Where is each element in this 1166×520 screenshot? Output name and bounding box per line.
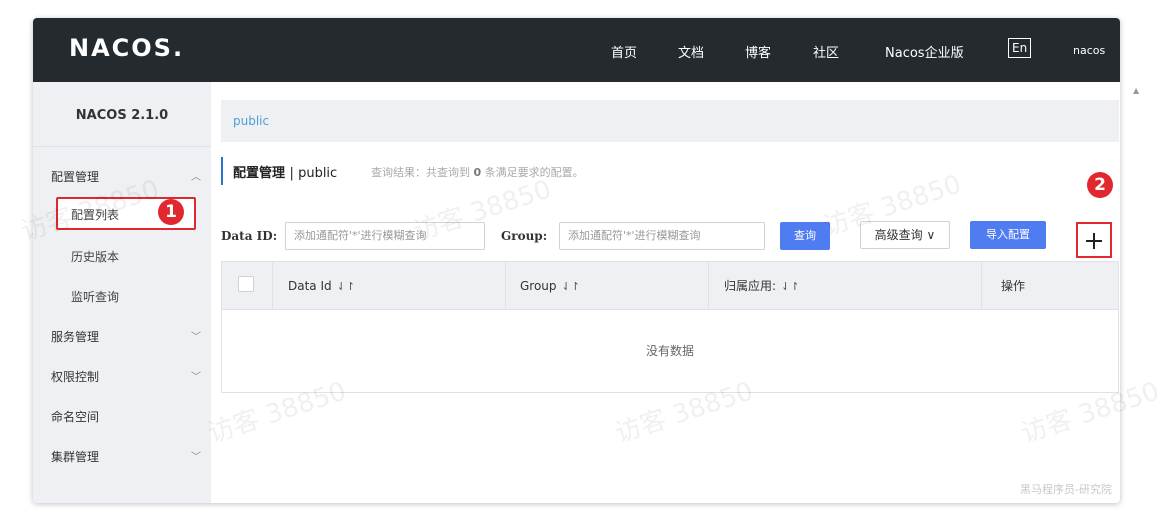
annotation-marker-2: 2: [1087, 172, 1113, 198]
add-config-plus-icon[interactable]: [1076, 222, 1112, 258]
page-title-text: 配置管理: [233, 166, 286, 181]
dataid-label: Data ID:: [221, 229, 278, 243]
config-table: Data Id ⇃↾ Group ⇃↾ 归属应用: ⇃↾ 操作 没有数据: [221, 261, 1119, 393]
nav-enterprise[interactable]: Nacos企业版: [885, 42, 964, 61]
sidebar-item-access-control[interactable]: 权限控制: [51, 368, 99, 385]
sidebar-item-listener[interactable]: 监听查询: [71, 288, 119, 305]
column-header-group[interactable]: Group ⇃↾: [520, 262, 580, 310]
column-dataid-label: Data Id: [288, 279, 332, 293]
chevron-down-icon[interactable]: ﹀: [191, 328, 201, 343]
nav-home[interactable]: 首页: [611, 42, 637, 61]
group-label: Group:: [501, 229, 548, 243]
chevron-down-icon[interactable]: ﹀: [191, 448, 201, 463]
sidebar-item-service-management[interactable]: 服务管理: [51, 328, 99, 345]
sidebar-item-cluster-management[interactable]: 集群管理: [51, 448, 99, 465]
query-button[interactable]: 查询: [780, 222, 830, 250]
result-count: 0: [473, 166, 482, 179]
top-navbar: NACOS. 首页 文档 博客 社区 Nacos企业版 En nacos: [33, 18, 1120, 82]
nav-docs[interactable]: 文档: [678, 42, 704, 61]
breadcrumb-bar: public: [221, 100, 1119, 142]
language-switch[interactable]: En: [1008, 38, 1032, 58]
nacos-logo[interactable]: NACOS.: [69, 34, 184, 62]
column-header-dataid[interactable]: Data Id ⇃↾: [288, 262, 355, 310]
scroll-up-icon[interactable]: ▲: [1133, 86, 1139, 95]
breadcrumb-namespace[interactable]: public: [233, 114, 269, 128]
sidebar-item-namespace[interactable]: 命名空间: [51, 408, 99, 425]
sort-icon[interactable]: ⇃↾: [337, 280, 355, 293]
chevron-down-icon: ∨: [926, 228, 936, 242]
column-divider: [505, 262, 506, 310]
column-app-label: 归属应用:: [724, 279, 777, 293]
column-header-actions: 操作: [1001, 279, 1026, 293]
column-divider: [981, 262, 982, 310]
import-config-button[interactable]: 导入配置: [970, 221, 1046, 249]
column-group-label: Group: [520, 279, 557, 293]
result-summary: 查询结果：共查询到 0 条满足要求的配置。: [371, 164, 584, 180]
app-window: NACOS. 首页 文档 博客 社区 Nacos企业版 En nacos NAC…: [33, 18, 1120, 503]
column-divider: [708, 262, 709, 310]
title-accent-bar: [221, 157, 223, 185]
version-label: NACOS 2.1.0: [75, 108, 169, 123]
column-divider: [272, 262, 273, 310]
sort-icon[interactable]: ⇃↾: [562, 280, 580, 293]
main-content: public 配置管理 | public 查询结果：共查询到 0 条满足要求的配…: [211, 82, 1120, 503]
chevron-up-icon[interactable]: ︿: [191, 168, 201, 183]
chevron-down-icon[interactable]: ﹀: [191, 368, 201, 383]
sidebar-item-history[interactable]: 历史版本: [71, 248, 119, 265]
table-header: Data Id ⇃↾ Group ⇃↾ 归属应用: ⇃↾ 操作: [222, 262, 1118, 310]
title-namespace: public: [298, 166, 338, 181]
empty-table-message: 没有数据: [645, 344, 694, 358]
nav-community[interactable]: 社区: [813, 42, 839, 61]
sidebar-divider: [33, 146, 211, 147]
title-separator: |: [289, 166, 294, 181]
column-header-app[interactable]: 归属应用: ⇃↾: [724, 262, 799, 310]
result-prefix: 查询结果：共查询到: [371, 166, 470, 179]
corner-watermark: 黑马程序员-研究院: [1020, 483, 1112, 496]
nav-blog[interactable]: 博客: [745, 42, 771, 61]
sidebar-item-config-management[interactable]: 配置管理: [51, 168, 99, 185]
sort-icon[interactable]: ⇃↾: [781, 280, 799, 293]
advanced-query-label: 高级查询: [874, 228, 923, 242]
group-search-input[interactable]: 添加通配符'*'进行模糊查询: [559, 222, 765, 250]
sidebar: NACOS 2.1.0 配置管理 ︿ 配置列表 历史版本 监听查询 服务管理 ﹀…: [33, 82, 211, 503]
select-all-checkbox[interactable]: [238, 276, 254, 292]
page-title: 配置管理 | public: [233, 162, 337, 181]
user-name[interactable]: nacos: [1073, 44, 1105, 57]
